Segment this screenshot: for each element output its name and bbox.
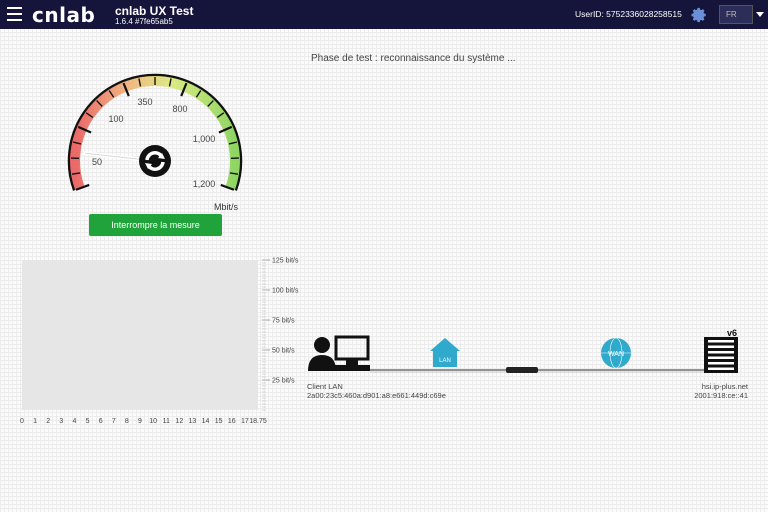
chevron-down-icon[interactable]: [756, 12, 764, 17]
gauge-tick-label: 800: [172, 104, 187, 114]
y-tick-label: 100 bit/s: [272, 288, 299, 295]
server-slot: [708, 356, 734, 359]
gauge-tick-label: 50: [92, 157, 102, 167]
client-computer-icon: [308, 335, 370, 371]
x-tick-label: 12: [175, 418, 183, 425]
x-tick-label: 8: [125, 418, 129, 425]
server-host: hsi.ip-plus.net: [701, 382, 748, 391]
x-tick-label: 18.75: [249, 418, 267, 425]
top-bar: cnlab cnlab UX Test 1.6.4 #7fe65ab5 User…: [0, 0, 768, 29]
gear-icon[interactable]: [690, 6, 708, 24]
x-tick-label: 17: [241, 418, 249, 425]
y-tick-label: 25 bit/s: [272, 378, 295, 385]
server-icon: v6: [704, 328, 738, 373]
x-tick-label: 6: [99, 418, 103, 425]
user-id: UserID: 5752336028258515: [575, 9, 682, 19]
x-tick-label: 3: [59, 418, 63, 425]
router-icon: [506, 367, 538, 373]
server-slot: [708, 340, 734, 343]
x-tick-label: 16: [228, 418, 236, 425]
server-slot: [708, 345, 734, 348]
stop-measurement-button[interactable]: Interrompre la mesure: [89, 214, 222, 236]
gauge-tick-label: 1,000: [193, 134, 216, 144]
app-version: 1.6.4 #7fe65ab5: [115, 17, 173, 26]
x-tick-label: 13: [189, 418, 197, 425]
server-slot: [708, 351, 734, 354]
server-slot: [708, 362, 734, 365]
x-tick-label: 1: [33, 418, 37, 425]
wan-globe-icon: WAN: [601, 337, 631, 369]
x-tick-label: 9: [138, 418, 142, 425]
menu-icon[interactable]: [7, 7, 22, 21]
app-title: cnlab UX Test: [115, 4, 194, 18]
speed-gauge: 50 100 350 800 1,000 1,200 Mbit/s: [67, 73, 243, 210]
lan-house-icon: LAN: [430, 338, 460, 367]
ipv6-badge: v6: [727, 328, 737, 338]
x-tick-label: 10: [149, 418, 157, 425]
gauge-tick-label: 100: [108, 114, 123, 124]
y-tick-label: 50 bit/s: [272, 348, 295, 355]
x-tick-label: 7: [112, 418, 116, 425]
server-slot: [708, 367, 734, 370]
gauge-tick-label: 1,200: [193, 179, 216, 189]
x-tick-label: 14: [202, 418, 210, 425]
gauge-unit: Mbit/s: [214, 202, 239, 210]
x-tick-label: 5: [86, 418, 90, 425]
y-tick-label: 75 bit/s: [272, 318, 295, 325]
x-tick-label: 4: [72, 418, 76, 425]
lan-label: LAN: [439, 358, 451, 364]
client-title: Client LAN: [307, 382, 343, 391]
test-phase-status: Phase de test : reconnaissance du systèm…: [311, 53, 516, 64]
y-tick-label: 125 bit/s: [272, 258, 299, 265]
chart-plot-area: [22, 260, 258, 410]
gauge-hub: [139, 145, 171, 177]
throughput-chart: 25 bit/s 50 bit/s 75 bit/s 100 bit/s 125 bit…: [20, 258, 299, 426]
server-address: 2001:918:ce::41: [694, 391, 748, 400]
gauge-tick-label: 350: [137, 97, 152, 107]
wan-label: WAN: [608, 351, 624, 358]
language-select[interactable]: FR: [719, 5, 753, 24]
x-tick-label: 11: [163, 418, 170, 425]
x-tick-label: 15: [215, 418, 223, 425]
x-tick-label: 2: [46, 418, 50, 425]
logo: cnlab: [32, 3, 96, 27]
client-address: 2a00:23c5:460a:d901:a8:e661:449d:c69e: [307, 391, 446, 400]
x-tick-label: 0: [20, 418, 24, 425]
